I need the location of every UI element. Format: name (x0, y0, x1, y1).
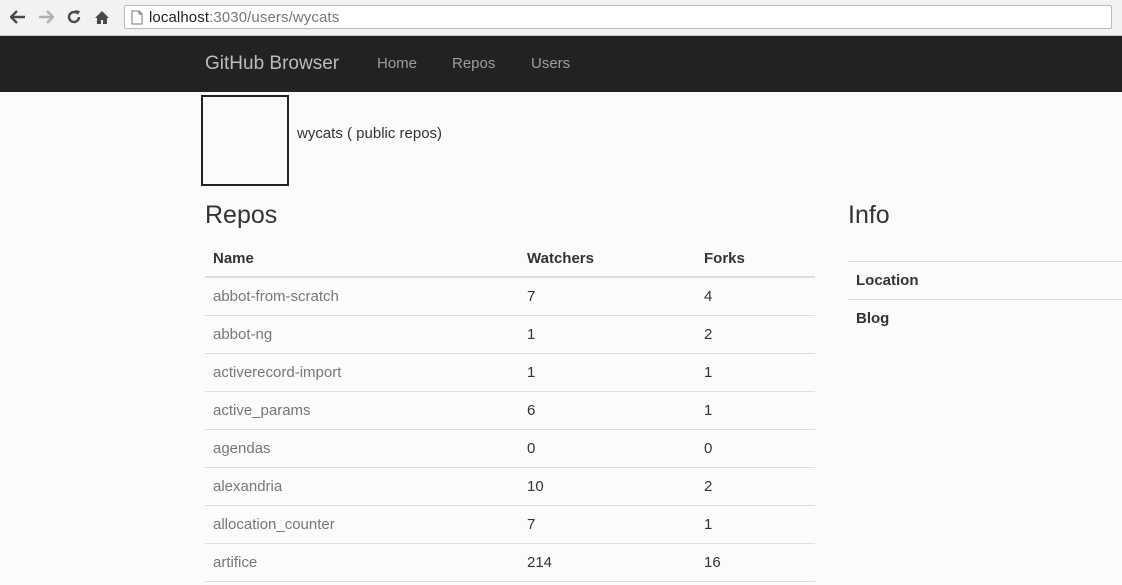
repo-forks: 4 (696, 277, 815, 316)
info-row: Location (848, 261, 1122, 300)
repo-name-link[interactable]: activerecord-import (205, 353, 519, 392)
repo-forks: 1 (696, 353, 815, 392)
table-row: abbot-from-scratch 7 4 (205, 277, 815, 316)
nav-link-users[interactable]: Users (531, 55, 570, 72)
repos-table: Name Watchers Forks abbot-from-scratch 7… (205, 240, 815, 582)
navbar: GitHub Browser Home Repos Users (0, 36, 1122, 92)
repo-name-link[interactable]: agendas (205, 429, 519, 468)
repo-forks: 1 (696, 391, 815, 430)
repos-heading: Repos (205, 201, 278, 229)
repo-name-link[interactable]: allocation_counter (205, 505, 519, 544)
column-header-name: Name (205, 240, 519, 278)
column-header-forks: Forks (696, 240, 815, 278)
nav-link-home[interactable]: Home (377, 55, 417, 72)
url-text[interactable]: localhost:3030/users/wycats (149, 9, 339, 26)
table-row: active_params 6 1 (205, 391, 815, 430)
info-heading: Info (848, 201, 890, 229)
repo-forks: 16 (696, 543, 815, 582)
repo-watchers: 1 (519, 353, 696, 392)
url-host: localhost (149, 9, 210, 26)
home-icon[interactable] (92, 7, 112, 27)
repo-forks: 0 (696, 429, 815, 468)
table-row: allocation_counter 7 1 (205, 505, 815, 544)
repo-watchers: 7 (519, 277, 696, 316)
address-bar[interactable]: localhost:3030/users/wycats (124, 5, 1112, 29)
info-label-location: Location (848, 261, 1122, 300)
info-label-blog: Blog (848, 299, 1122, 338)
page-icon (131, 10, 143, 30)
nav-link-repos[interactable]: Repos (452, 55, 495, 72)
repo-name-link[interactable]: alexandria (205, 467, 519, 506)
back-arrow-icon[interactable] (8, 7, 28, 27)
repo-forks: 1 (696, 505, 815, 544)
table-row: agendas 0 0 (205, 429, 815, 468)
info-row: Blog (848, 299, 1122, 338)
repo-watchers: 0 (519, 429, 696, 468)
reload-icon[interactable] (64, 7, 84, 27)
repo-name-link[interactable]: abbot-from-scratch (205, 277, 519, 316)
table-row: activerecord-import 1 1 (205, 353, 815, 392)
repo-watchers: 6 (519, 391, 696, 430)
repo-name-link[interactable]: artifice (205, 543, 519, 582)
repo-watchers: 1 (519, 315, 696, 354)
repo-name-link[interactable]: active_params (205, 391, 519, 430)
repo-watchers: 7 (519, 505, 696, 544)
brand-link[interactable]: GitHub Browser (205, 53, 339, 75)
profile-name: wycats ( public repos) (297, 125, 443, 142)
forward-arrow-icon[interactable] (36, 7, 56, 27)
table-row: artifice 214 16 (205, 543, 815, 582)
table-row: alexandria 10 2 (205, 467, 815, 506)
repo-forks: 2 (696, 467, 815, 506)
url-path: :3030/users/wycats (209, 9, 340, 26)
info-table: Location Blog (848, 261, 1122, 338)
avatar (201, 95, 289, 186)
repo-name-link[interactable]: abbot-ng (205, 315, 519, 354)
column-header-watchers: Watchers (519, 240, 696, 278)
repo-watchers: 214 (519, 543, 696, 582)
repo-watchers: 10 (519, 467, 696, 506)
browser-toolbar: localhost:3030/users/wycats (0, 0, 1122, 36)
repo-forks: 2 (696, 315, 815, 354)
table-row: abbot-ng 1 2 (205, 315, 815, 354)
table-header-row: Name Watchers Forks (205, 240, 815, 278)
